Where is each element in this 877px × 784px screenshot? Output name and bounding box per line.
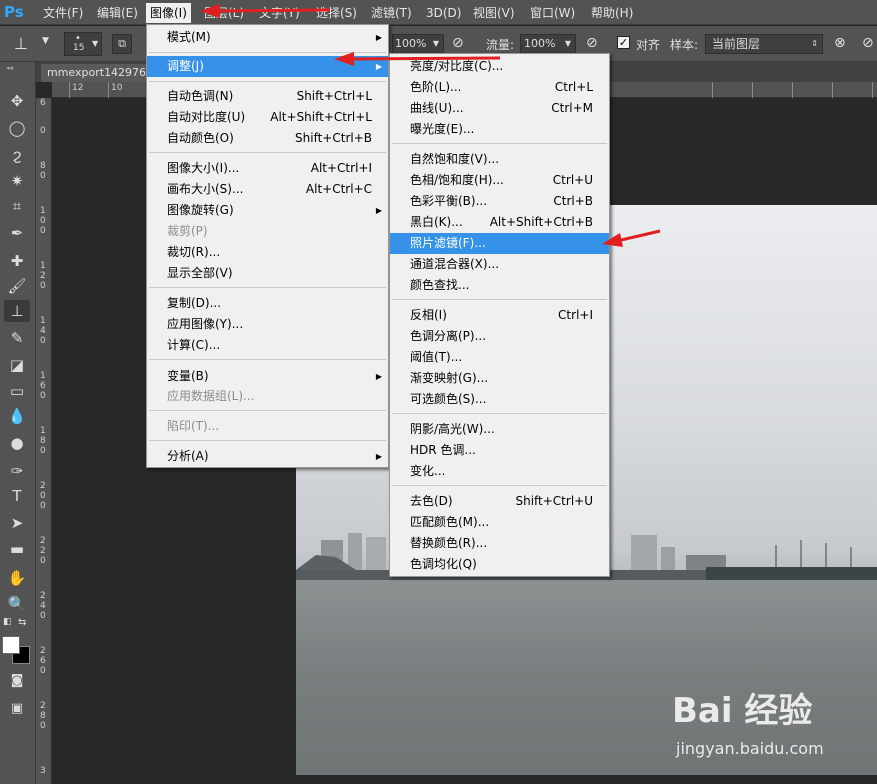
- annotation-arrows: [200, 4, 661, 247]
- annotation-arrow-image-menu: [214, 8, 331, 13]
- annotation-arrowhead: [334, 52, 354, 66]
- annotation-arrowhead: [602, 233, 623, 247]
- annotation-arrow-adjust: [349, 56, 501, 61]
- annotation-arrow-photo-filter: [616, 229, 661, 243]
- annotation-arrowhead: [200, 4, 220, 18]
